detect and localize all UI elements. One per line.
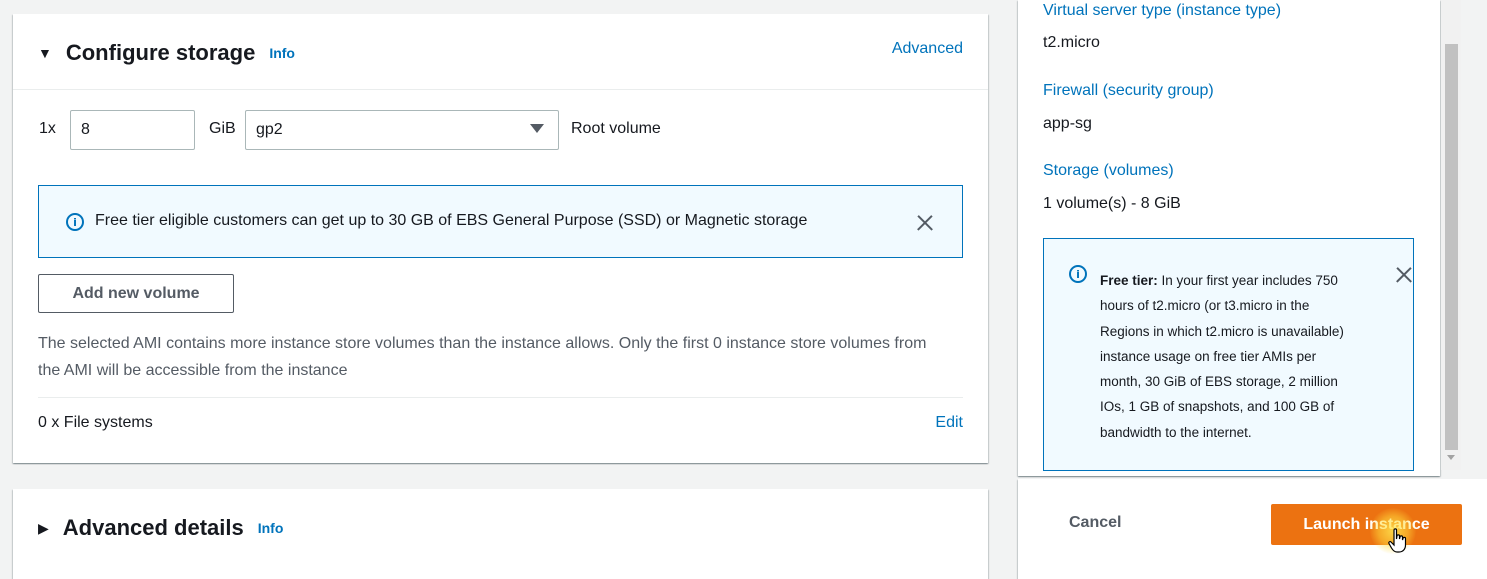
summary-scrollbar[interactable] [1441,0,1461,470]
volume-type-value: gp2 [256,121,283,138]
storage-summary-label: Storage (volumes) [1043,162,1174,179]
firewall-value: app-sg [1043,115,1092,132]
scroll-down-arrow-icon[interactable] [1447,455,1455,460]
free-tier-bold: Free tier: [1100,273,1158,288]
instance-type-value: t2.micro [1043,34,1100,51]
advanced-header[interactable]: ▶ Advanced details Info [38,515,283,541]
root-volume-label: Root volume [571,120,661,137]
header-divider [13,89,988,90]
file-systems-label: 0 x File systems [38,414,153,431]
summary-panel: Virtual server type (instance type) t2.m… [1018,0,1440,476]
dropdown-arrow-icon [530,124,544,133]
cancel-button[interactable]: Cancel [1069,514,1121,532]
ami-note: The selected AMI contains more instance … [38,335,927,379]
free-tier-alert: i Free tier: In your first year includes… [1043,238,1414,471]
actions-panel: Cancel Launch instance [1018,479,1487,579]
instance-type-label: Virtual server type (instance type) [1043,2,1282,19]
close-icon[interactable] [914,212,936,234]
volume-count: 1x [39,120,56,137]
add-new-volume-button[interactable]: Add new volume [38,274,234,313]
free-tier-storage-alert: i Free tier eligible customers can get u… [38,185,963,258]
launch-instance-button[interactable]: Launch instance [1271,504,1462,545]
free-tier-text: Free tier: In your first year includes 7… [1100,268,1360,445]
info-circle-icon: i [66,213,84,231]
volume-type-select[interactable]: gp2 [245,110,559,150]
configure-storage-panel: ▼ Configure storage Info Advanced 1x GiB… [13,14,988,463]
storage-info-link[interactable]: Info [269,45,295,61]
storage-title: Configure storage [65,40,256,65]
volume-size-input[interactable] [70,110,195,150]
close-icon[interactable] [1393,264,1415,286]
caret-right-icon[interactable]: ▶ [38,520,49,537]
free-tier-body: In your first year includes 750 hours of… [1100,273,1344,440]
scrollbar-thumb[interactable] [1445,44,1458,450]
storage-alert-text: Free tier eligible customers can get up … [95,212,808,229]
size-unit: GiB [209,120,236,137]
file-systems-divider [38,397,963,398]
hand-cursor-icon [1388,528,1407,553]
caret-down-icon[interactable]: ▼ [38,45,52,61]
advanced-info-link[interactable]: Info [258,520,284,536]
advanced-details-panel: ▶ Advanced details Info [13,489,988,579]
firewall-label: Firewall (security group) [1043,82,1214,99]
advanced-title: Advanced details [62,515,244,540]
storage-summary-value: 1 volume(s) - 8 GiB [1043,195,1181,212]
info-circle-icon: i [1069,265,1087,283]
storage-header[interactable]: ▼ Configure storage Info [38,40,295,66]
edit-file-systems-link[interactable]: Edit [935,414,963,432]
advanced-link[interactable]: Advanced [892,40,963,58]
